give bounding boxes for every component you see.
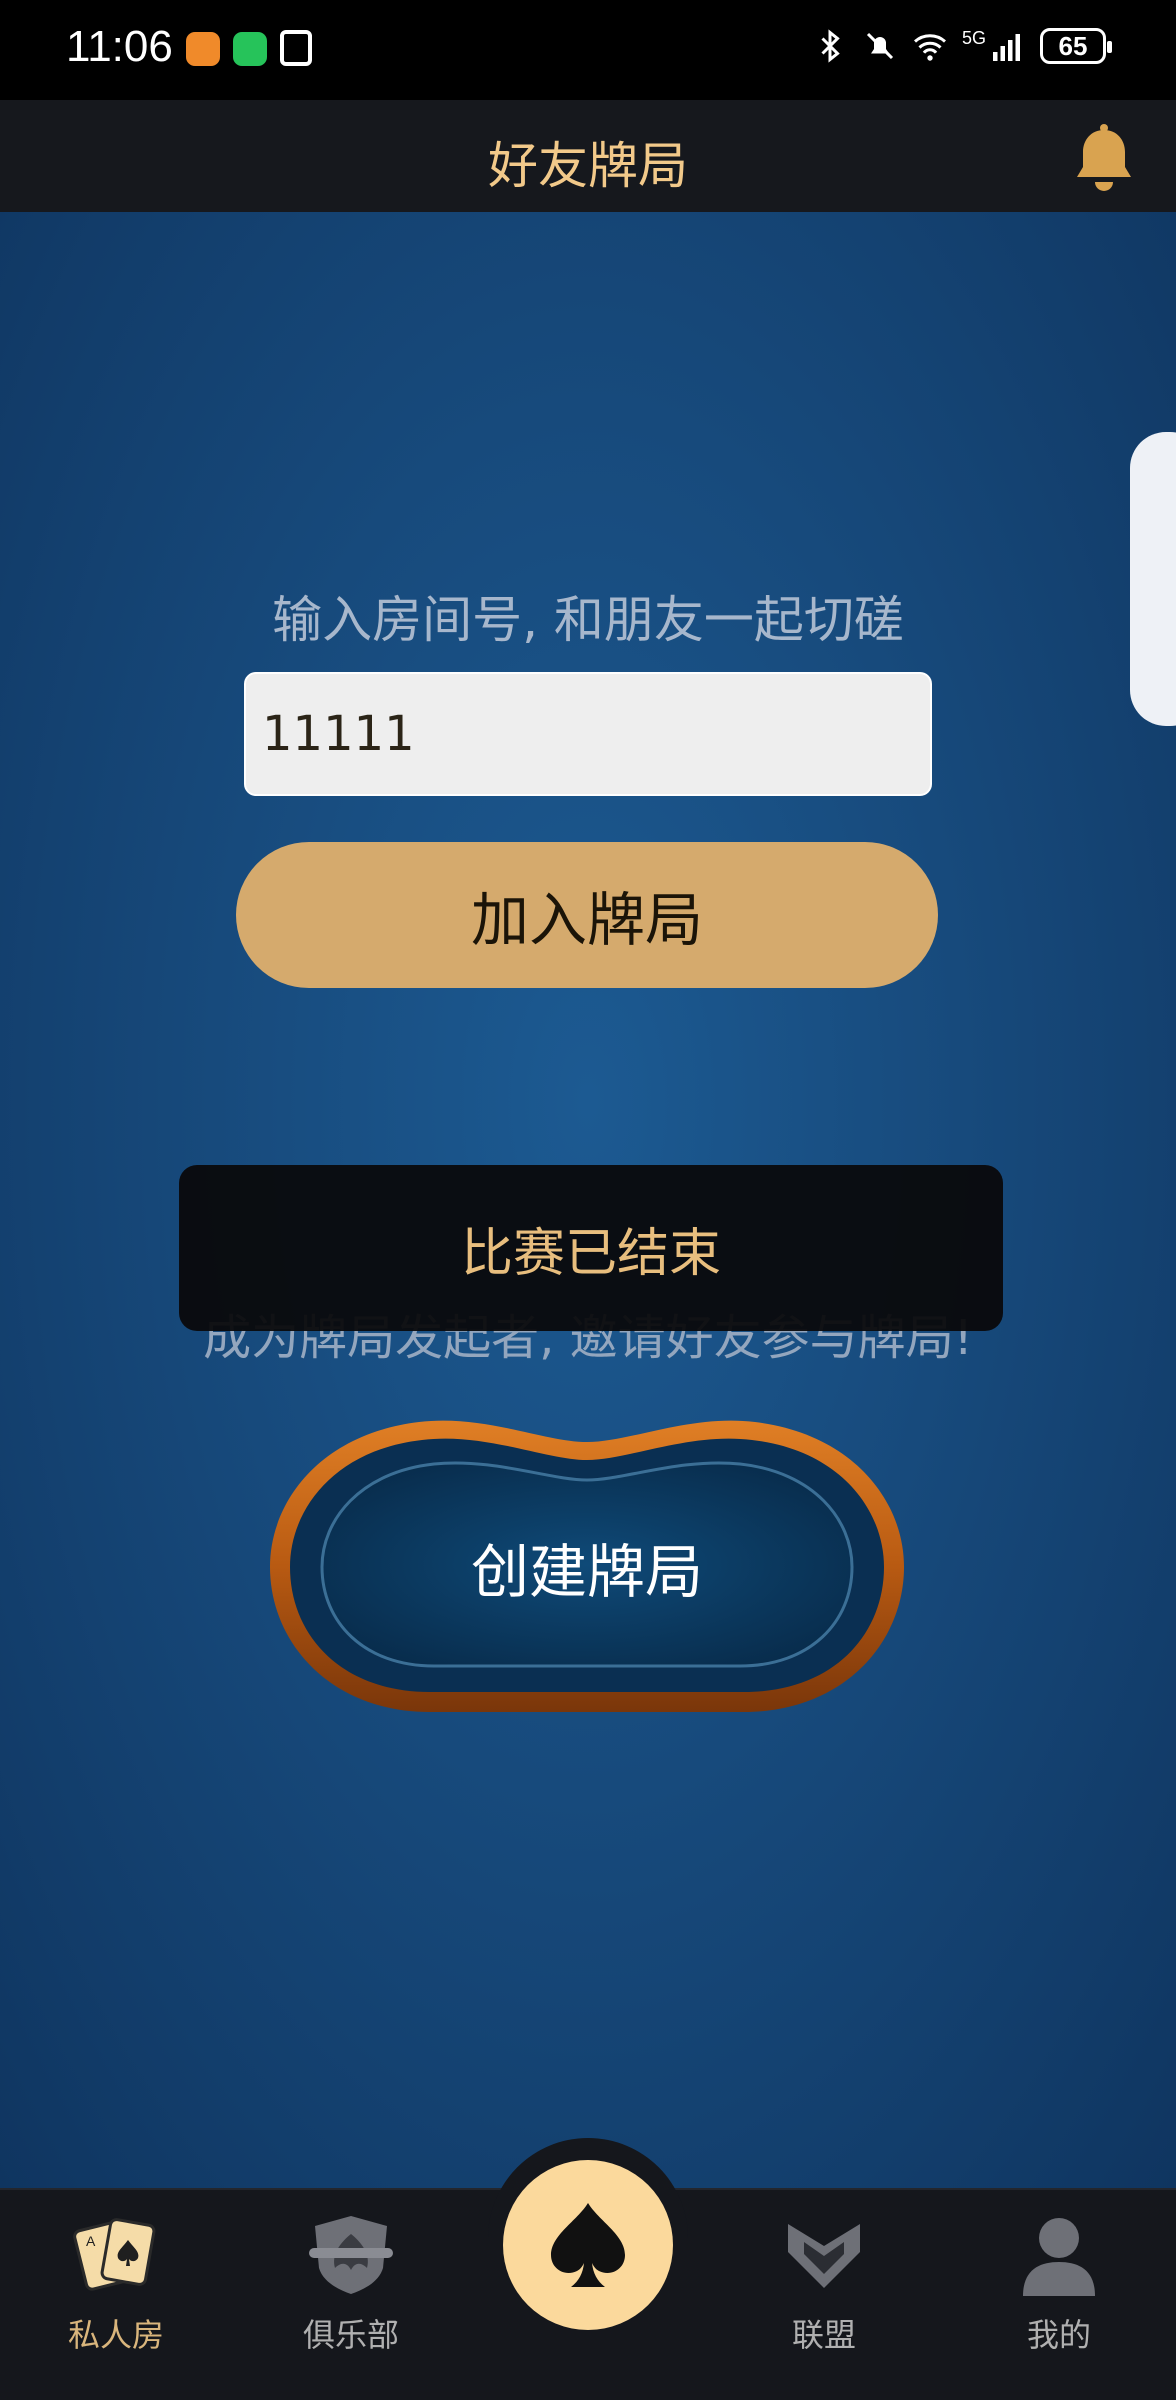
nav-item-me[interactable]: 我的	[959, 2212, 1159, 2392]
bell-icon[interactable]	[1070, 122, 1138, 194]
nav-label-me: 我的	[1026, 2316, 1091, 2354]
nav-label-alliance: 联盟	[791, 2316, 856, 2354]
status-bar: 11:06 5G 65	[0, 0, 1176, 100]
nfc-icon	[280, 30, 312, 66]
toast-message: 比赛已结束	[179, 1165, 1003, 1331]
signal-icon	[993, 34, 1020, 61]
create-game-button[interactable]: 创建牌局	[254, 1402, 920, 1732]
nav-label-private-room: 私人房	[67, 2316, 164, 2354]
svg-text:A: A	[86, 2233, 96, 2249]
playing-cards-icon: A	[73, 2218, 156, 2291]
center-spade-button[interactable]	[503, 2160, 673, 2330]
join-game-button[interactable]: 加入牌局	[236, 842, 938, 988]
wechat-icon	[233, 32, 267, 66]
app-notification-icon	[186, 32, 220, 66]
join-prompt: 输入房间号, 和朋友一起切磋	[272, 591, 904, 649]
mute-icon	[866, 32, 894, 60]
battery-icon: 65	[1040, 28, 1112, 64]
page-title: 好友牌局	[488, 137, 688, 195]
spade-icon	[551, 2203, 625, 2287]
bluetooth-icon	[821, 29, 840, 63]
club-crest-icon	[309, 2216, 393, 2294]
app-header: 好友牌局	[0, 100, 1176, 212]
user-icon	[1023, 2218, 1095, 2296]
nav-item-alliance[interactable]: 联盟	[724, 2212, 924, 2392]
network-type: 5G	[961, 28, 986, 48]
room-number-input[interactable]	[244, 672, 932, 796]
wifi-icon	[913, 34, 946, 61]
nav-item-private-room[interactable]: A 私人房	[16, 2212, 216, 2392]
status-icons: 5G 65	[812, 28, 1112, 64]
nav-item-club[interactable]: 俱乐部	[251, 2212, 451, 2392]
side-drawer-handle[interactable]	[1130, 432, 1176, 726]
status-time: 11:06	[66, 22, 173, 71]
alliance-icon	[788, 2224, 860, 2288]
main-felt-area: 输入房间号, 和朋友一起切磋 加入牌局 成为牌局发起者, 邀请好友参与牌局! 比…	[0, 212, 1176, 2188]
nav-label-club: 俱乐部	[302, 2316, 399, 2354]
